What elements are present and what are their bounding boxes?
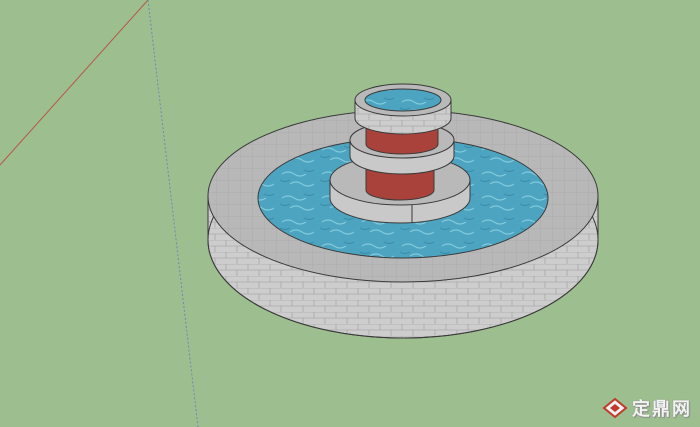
watermark: 定鼎网 (602, 395, 692, 421)
blue-axis-line (147, 0, 199, 427)
modeling-viewport[interactable]: 定鼎网 (0, 0, 700, 427)
red-axis-line (0, 0, 149, 166)
top-bowl-water (364, 88, 442, 112)
diamond-logo-icon (602, 397, 628, 419)
model-scene[interactable] (0, 0, 700, 427)
watermark-text: 定鼎网 (632, 399, 692, 420)
